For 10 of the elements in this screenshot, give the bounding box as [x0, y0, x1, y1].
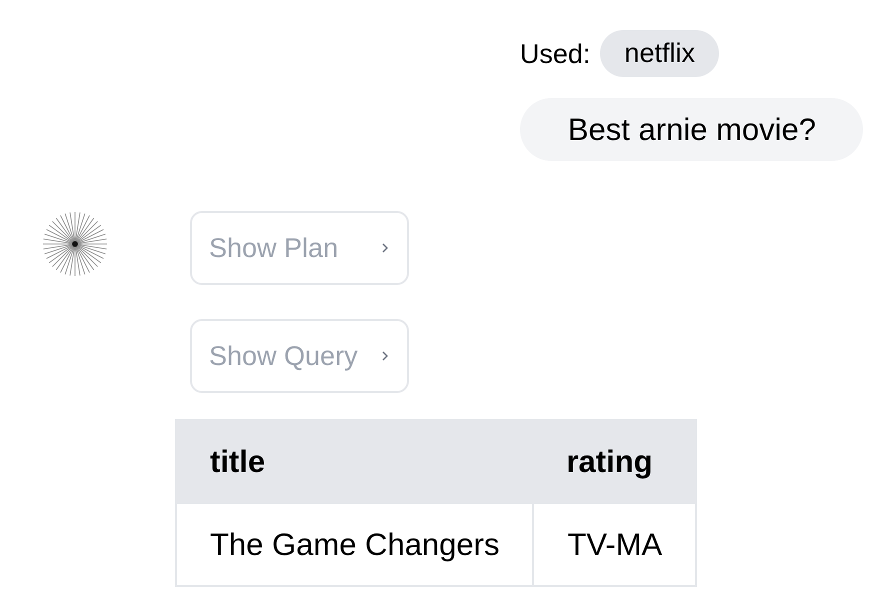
toggle-button[interactable]: Show Plan	[190, 211, 409, 285]
table-cell: The Game Changers	[176, 503, 534, 586]
column-header: rating	[533, 420, 696, 503]
toggle-button[interactable]: Show Query	[190, 319, 409, 393]
starburst-icon	[42, 211, 108, 277]
table-cell: TV-MA	[533, 503, 696, 586]
used-label: Used:	[520, 38, 590, 70]
column-header: title	[176, 420, 534, 503]
source-tag: netflix	[600, 30, 719, 77]
user-message: Best arnie movie?	[520, 98, 863, 161]
